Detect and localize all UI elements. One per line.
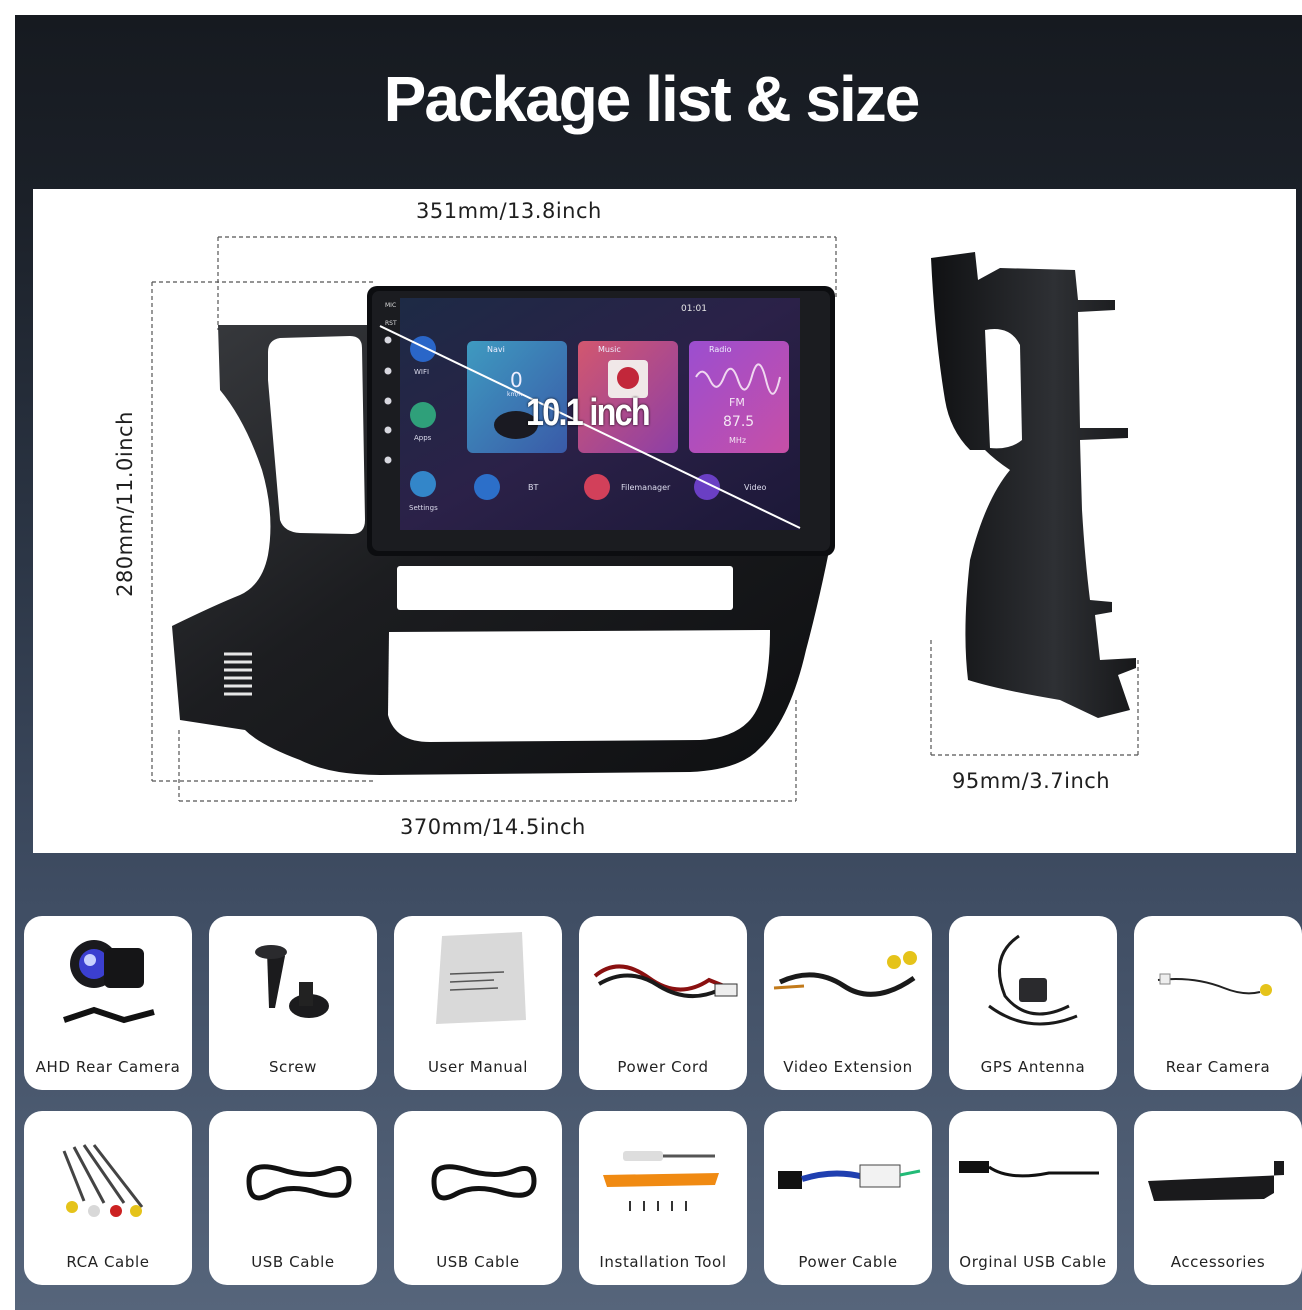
item-label: RCA Cable bbox=[66, 1253, 150, 1271]
item-label: Power Cable bbox=[798, 1253, 898, 1271]
gps-antenna-icon bbox=[988, 934, 1078, 1026]
navi-speed: 0 bbox=[510, 368, 523, 392]
item-label: Video Extension bbox=[783, 1058, 913, 1076]
item-label: Rear Camera bbox=[1165, 1058, 1271, 1076]
item-label: User Manual bbox=[427, 1058, 529, 1076]
rst-label: RST bbox=[385, 320, 397, 327]
music-label: Music bbox=[598, 345, 621, 354]
navi-label: Navi bbox=[487, 345, 505, 354]
screen-size-label: 10.1 inch bbox=[526, 392, 651, 434]
manual-icon bbox=[436, 932, 526, 1024]
usb-cable-icon bbox=[246, 1164, 352, 1201]
settings-label: Settings bbox=[409, 504, 438, 512]
apps-label: Apps bbox=[414, 434, 432, 442]
original-usb-cable-icon bbox=[959, 1161, 1099, 1178]
item-label: Orginal USB Cable bbox=[959, 1253, 1107, 1271]
item-label: GPS Antenna bbox=[980, 1058, 1086, 1076]
power-cord-icon bbox=[593, 964, 738, 999]
item-label: AHD Rear Camera bbox=[35, 1058, 181, 1076]
navi-unit: km/h bbox=[507, 391, 523, 398]
item-label: Screw bbox=[268, 1058, 318, 1076]
radio-band: FM bbox=[729, 396, 745, 409]
screw-icon bbox=[255, 945, 329, 1018]
radio-unit: MHz bbox=[729, 436, 747, 445]
bracket-icon bbox=[1148, 1161, 1284, 1201]
item-card: AHD Rear Camera bbox=[24, 916, 192, 1090]
depth-label: 95mm/3.7inch bbox=[952, 769, 1111, 793]
usb-cable-icon bbox=[431, 1164, 537, 1201]
radio-frequency: 87.5 bbox=[723, 414, 755, 430]
item-card: Power Cord bbox=[579, 916, 747, 1090]
power-cable-icon bbox=[778, 1164, 921, 1189]
item-card: User Manual bbox=[394, 916, 562, 1090]
video-extension-icon bbox=[773, 951, 917, 997]
rca-cable-icon bbox=[62, 1144, 144, 1217]
wifi-label: WIFI bbox=[414, 368, 430, 376]
item-card: Orginal USB Cable bbox=[949, 1111, 1117, 1285]
item-card: Power Cable bbox=[764, 1111, 932, 1285]
radio-label: Radio bbox=[709, 345, 732, 354]
camera-icon bbox=[63, 940, 155, 1024]
item-label: USB Cable bbox=[436, 1253, 520, 1271]
item-label: Power Cord bbox=[617, 1058, 709, 1076]
status-time: 01:01 bbox=[681, 304, 707, 314]
mic-label: MIC bbox=[385, 302, 397, 309]
bottom-width-label: 370mm/14.5inch bbox=[400, 815, 586, 839]
item-card: RCA Cable bbox=[24, 1111, 192, 1285]
item-label: Accessories bbox=[1170, 1253, 1266, 1271]
item-card: Screw bbox=[209, 916, 377, 1090]
item-card: Accessories bbox=[1134, 1111, 1302, 1285]
video-label: Video bbox=[744, 483, 767, 492]
item-card: Rear Camera bbox=[1134, 916, 1302, 1090]
item-card: GPS Antenna bbox=[949, 916, 1117, 1090]
item-card: Video Extension bbox=[764, 916, 932, 1090]
item-card: USB Cable bbox=[209, 1111, 377, 1285]
top-width-label: 351mm/13.8inch bbox=[416, 199, 602, 223]
height-label: 280mm/11.0inch bbox=[113, 411, 137, 597]
item-card: Installation Tool bbox=[579, 1111, 747, 1285]
item-label: USB Cable bbox=[251, 1253, 335, 1271]
rear-camera-cable-icon bbox=[1157, 973, 1272, 996]
item-card: USB Cable bbox=[394, 1111, 562, 1285]
bt-label: BT bbox=[528, 483, 539, 492]
installation-tool-icon bbox=[603, 1151, 719, 1211]
item-label: Installation Tool bbox=[599, 1253, 727, 1271]
filemanager-label: Filemanager bbox=[621, 483, 671, 492]
